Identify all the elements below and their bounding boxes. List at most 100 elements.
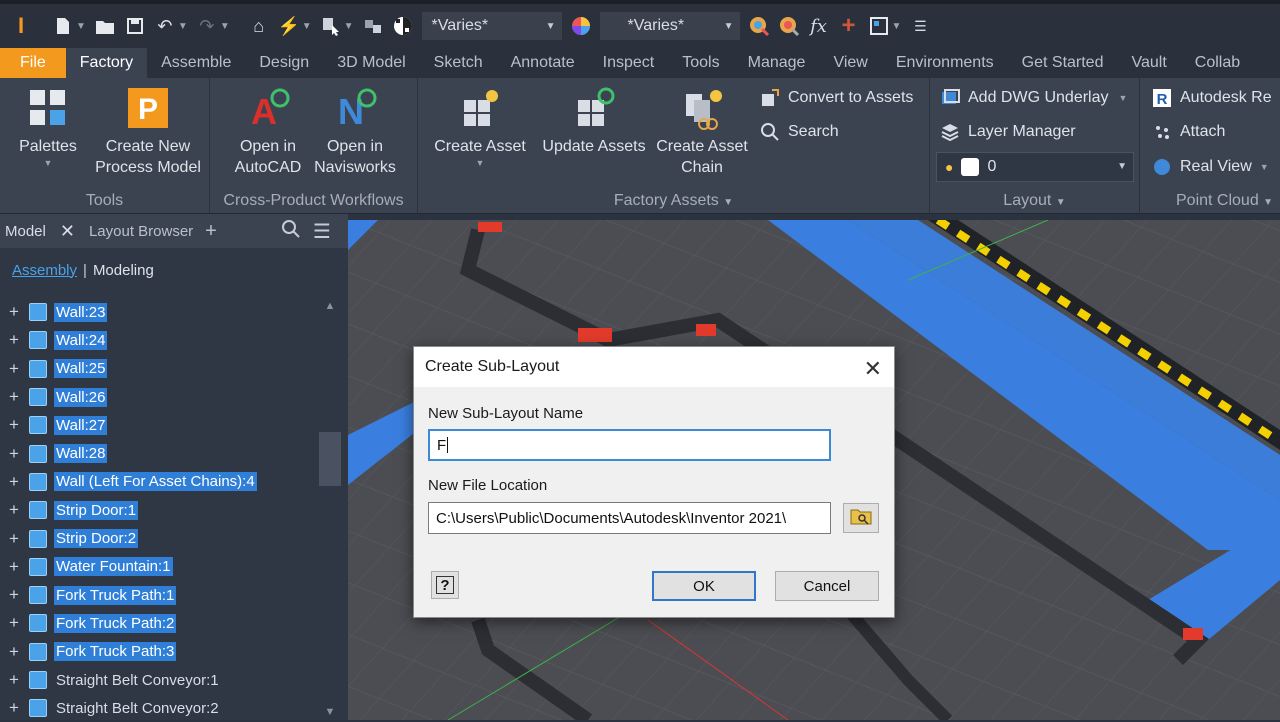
tab-view[interactable]: View (819, 48, 881, 78)
open-in-navisworks-button[interactable]: N Open in Navisworks (310, 86, 400, 178)
chevron-down-icon[interactable]: ▼ (220, 21, 230, 32)
expand-icon[interactable]: + (4, 585, 24, 605)
scrollbar-thumb[interactable] (319, 432, 341, 486)
autodesk-recap-button[interactable]: R Autodesk Re (1152, 88, 1272, 108)
create-asset-button[interactable]: Create Asset ▼ (432, 86, 528, 169)
tree-row[interactable]: + Fork Truck Path:2 (0, 609, 318, 637)
chevron-down-icon[interactable]: ▼ (178, 21, 188, 32)
tree-row[interactable]: + Wall:28 (0, 439, 318, 467)
adjust-appearance-icon[interactable] (748, 15, 770, 37)
expand-icon[interactable]: + (4, 444, 24, 464)
home-icon[interactable]: ⌂ (248, 15, 270, 37)
tree-row[interactable]: + Water Fountain:1 (0, 553, 318, 581)
create-asset-chain-button[interactable]: Create Asset Chain (654, 86, 750, 178)
layer-manager-button[interactable]: Layer Manager (940, 122, 1076, 142)
save-icon[interactable] (124, 15, 146, 37)
mode-assembly[interactable]: Assembly (12, 262, 77, 279)
clear-appearance-icon[interactable] (778, 15, 800, 37)
expand-icon[interactable]: + (4, 613, 24, 633)
update-icon[interactable]: ⚡ (278, 15, 300, 37)
tab-vault[interactable]: Vault (1117, 48, 1180, 78)
expand-icon[interactable]: + (4, 698, 24, 718)
expand-icon[interactable]: + (4, 415, 24, 435)
update-assets-button[interactable]: Update Assets (540, 86, 648, 157)
tree-row[interactable]: + Fork Truck Path:1 (0, 581, 318, 609)
material-icon[interactable] (392, 15, 414, 37)
scroll-down-icon[interactable]: ▼ (318, 706, 342, 718)
tab-collab[interactable]: Collab (1181, 48, 1254, 78)
tab-annotate[interactable]: Annotate (497, 48, 589, 78)
tree-row[interactable]: + Straight Belt Conveyor:1 (0, 666, 318, 694)
real-view-button[interactable]: Real View ▼ (1152, 157, 1269, 177)
tab-tools[interactable]: Tools (668, 48, 733, 78)
tab-file[interactable]: File (0, 48, 66, 78)
chevron-down-icon[interactable]: ▼ (892, 21, 902, 32)
select-icon[interactable] (320, 15, 342, 37)
tab-3d-model[interactable]: 3D Model (323, 48, 419, 78)
expand-icon[interactable]: + (4, 330, 24, 350)
ilogic-icon[interactable] (868, 15, 890, 37)
tab-layout-browser[interactable]: Layout Browser (89, 223, 193, 240)
menu-icon[interactable]: ☰ (313, 219, 331, 244)
tree-row[interactable]: + Straight Belt Conveyor:2 (0, 694, 318, 722)
appearance-icon[interactable] (570, 15, 592, 37)
expand-icon[interactable]: + (4, 642, 24, 662)
add-tab-icon[interactable]: + (205, 220, 217, 243)
search-button[interactable]: Search (760, 122, 839, 142)
factory-assets-panel-title[interactable]: Factory Assets ▼ (418, 192, 929, 210)
create-new-process-model-button[interactable]: P Create New Process Model (92, 86, 204, 178)
undo-icon[interactable]: ↶ (154, 15, 176, 37)
palettes-button[interactable]: Palettes ▼ (16, 86, 80, 169)
attach-button[interactable]: Attach (1152, 122, 1225, 142)
tab-assemble[interactable]: Assemble (147, 48, 245, 78)
file-location-input[interactable]: C:\Users\Public\Documents\Autodesk\Inven… (428, 502, 831, 534)
browse-folder-button[interactable] (843, 503, 879, 533)
tab-get-started[interactable]: Get Started (1008, 48, 1118, 78)
new-file-icon[interactable] (52, 15, 74, 37)
tab-inspect[interactable]: Inspect (589, 48, 669, 78)
redo-icon[interactable]: ↷ (196, 15, 218, 37)
close-icon[interactable]: ✕ (864, 356, 882, 382)
tab-design[interactable]: Design (245, 48, 323, 78)
expand-icon[interactable]: + (4, 387, 24, 407)
tree-row[interactable]: + Wall:24 (0, 326, 318, 354)
browser-scrollbar[interactable]: ▲ ▼ (318, 298, 342, 720)
mode-modeling[interactable]: Modeling (93, 262, 154, 279)
open-in-autocad-button[interactable]: A Open in AutoCAD (230, 86, 306, 178)
expand-icon[interactable]: + (4, 557, 24, 577)
cancel-button[interactable]: Cancel (775, 571, 879, 601)
add-icon[interactable]: + (838, 12, 860, 39)
sub-layout-name-input[interactable]: F (428, 429, 831, 461)
tree-row[interactable]: + Wall:23 (0, 298, 318, 326)
tree-row[interactable]: + Wall:27 (0, 411, 318, 439)
fx-parameters-icon[interactable]: fx (808, 15, 830, 37)
tree-row[interactable]: + Fork Truck Path:3 (0, 638, 318, 666)
tab-model[interactable]: Model (5, 223, 46, 240)
tree-row[interactable]: + Strip Door:1 (0, 496, 318, 524)
chevron-down-icon[interactable]: ▼ (76, 21, 86, 32)
customize-toolbar-icon[interactable]: ☰ (909, 15, 931, 37)
search-icon[interactable] (281, 219, 301, 243)
material-select[interactable]: *Varies* ▼ (421, 12, 562, 40)
layer-select[interactable]: ● 0 ▼ (936, 152, 1134, 182)
open-folder-icon[interactable] (94, 15, 116, 37)
tab-sketch[interactable]: Sketch (420, 48, 497, 78)
tree-row[interactable]: + Wall:26 (0, 383, 318, 411)
add-dwg-underlay-button[interactable]: Add DWG Underlay ▼ (940, 88, 1127, 108)
appearance-select[interactable]: *Varies* ▼ (599, 12, 740, 40)
expand-icon[interactable]: + (4, 359, 24, 379)
expand-icon[interactable]: + (4, 529, 24, 549)
expand-icon[interactable]: + (4, 472, 24, 492)
ok-button[interactable]: OK (652, 571, 756, 601)
convert-to-assets-button[interactable]: Convert to Assets (760, 88, 913, 108)
tab-manage[interactable]: Manage (734, 48, 820, 78)
tree-row[interactable]: + Strip Door:2 (0, 524, 318, 552)
expand-icon[interactable]: + (4, 500, 24, 520)
scroll-up-icon[interactable]: ▲ (318, 300, 342, 312)
object-visibility-icon[interactable] (362, 15, 384, 37)
expand-icon[interactable]: + (4, 670, 24, 690)
chevron-down-icon[interactable]: ▼ (344, 21, 354, 32)
tree-row[interactable]: + Wall (Left For Asset Chains):4 (0, 468, 318, 496)
chevron-down-icon[interactable]: ▼ (302, 21, 312, 32)
layout-panel-title[interactable]: Layout ▼ (930, 192, 1139, 210)
